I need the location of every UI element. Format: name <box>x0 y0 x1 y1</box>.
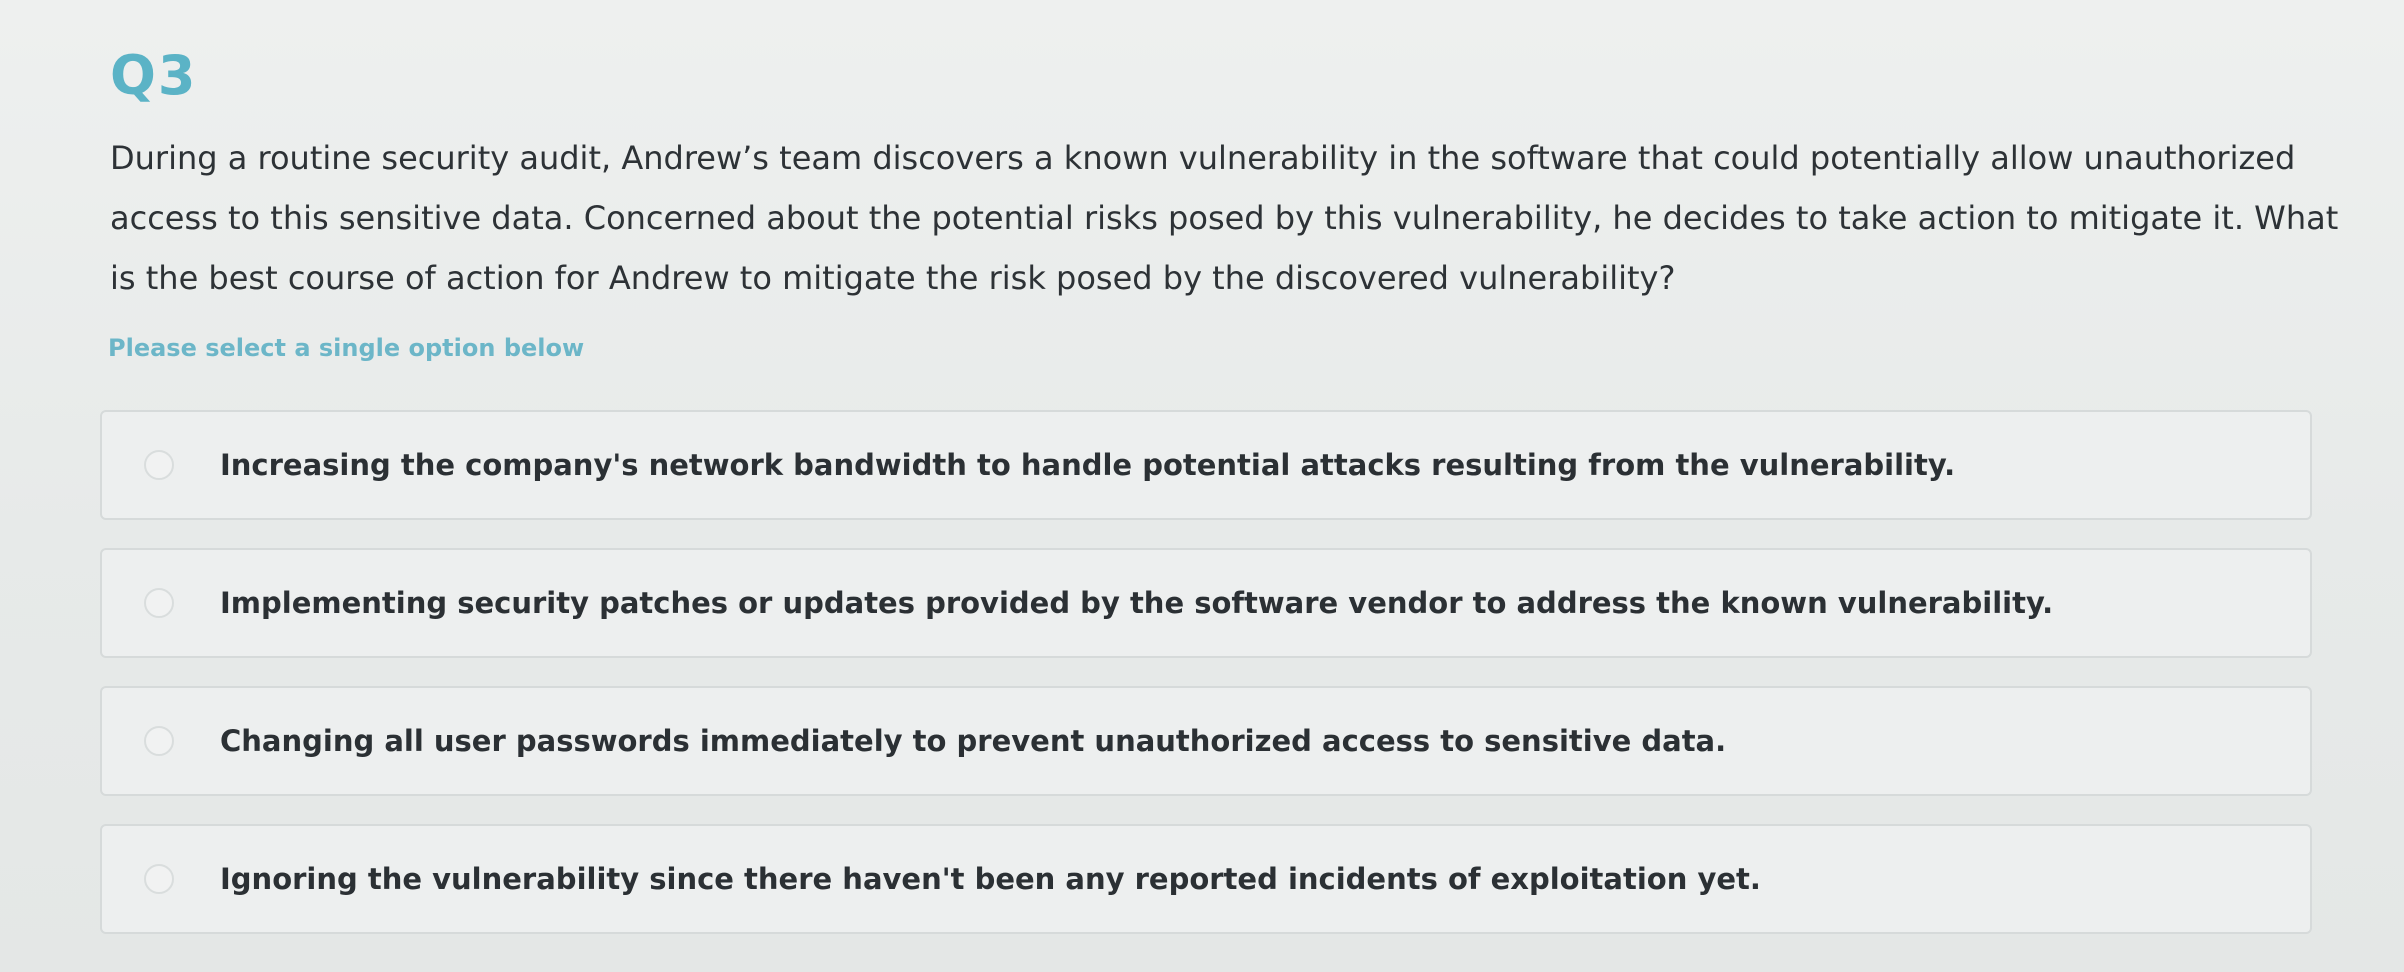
question-text: During a routine security audit, Andrew’… <box>110 139 2339 297</box>
option-2[interactable]: Implementing security patches or updates… <box>100 548 2312 658</box>
option-1[interactable]: Increasing the company's network bandwid… <box>100 410 2312 520</box>
radio-button-icon[interactable] <box>144 726 174 756</box>
instruction-text: Please select a single option below <box>108 334 585 362</box>
option-3[interactable]: Changing all user passwords immediately … <box>100 686 2312 796</box>
option-label: Increasing the company's network bandwid… <box>220 448 1956 482</box>
options-list: Increasing the company's network bandwid… <box>100 410 2312 962</box>
question-number: Q3 <box>110 44 198 107</box>
quiz-page: Q3 During a routine security audit, Andr… <box>0 0 2404 972</box>
radio-button-icon[interactable] <box>144 864 174 894</box>
radio-button-icon[interactable] <box>144 450 174 480</box>
option-label: Implementing security patches or updates… <box>220 586 2054 620</box>
option-label: Changing all user passwords immediately … <box>220 724 1727 758</box>
option-label: Ignoring the vulnerability since there h… <box>220 862 1761 896</box>
option-4[interactable]: Ignoring the vulnerability since there h… <box>100 824 2312 934</box>
radio-button-icon[interactable] <box>144 588 174 618</box>
